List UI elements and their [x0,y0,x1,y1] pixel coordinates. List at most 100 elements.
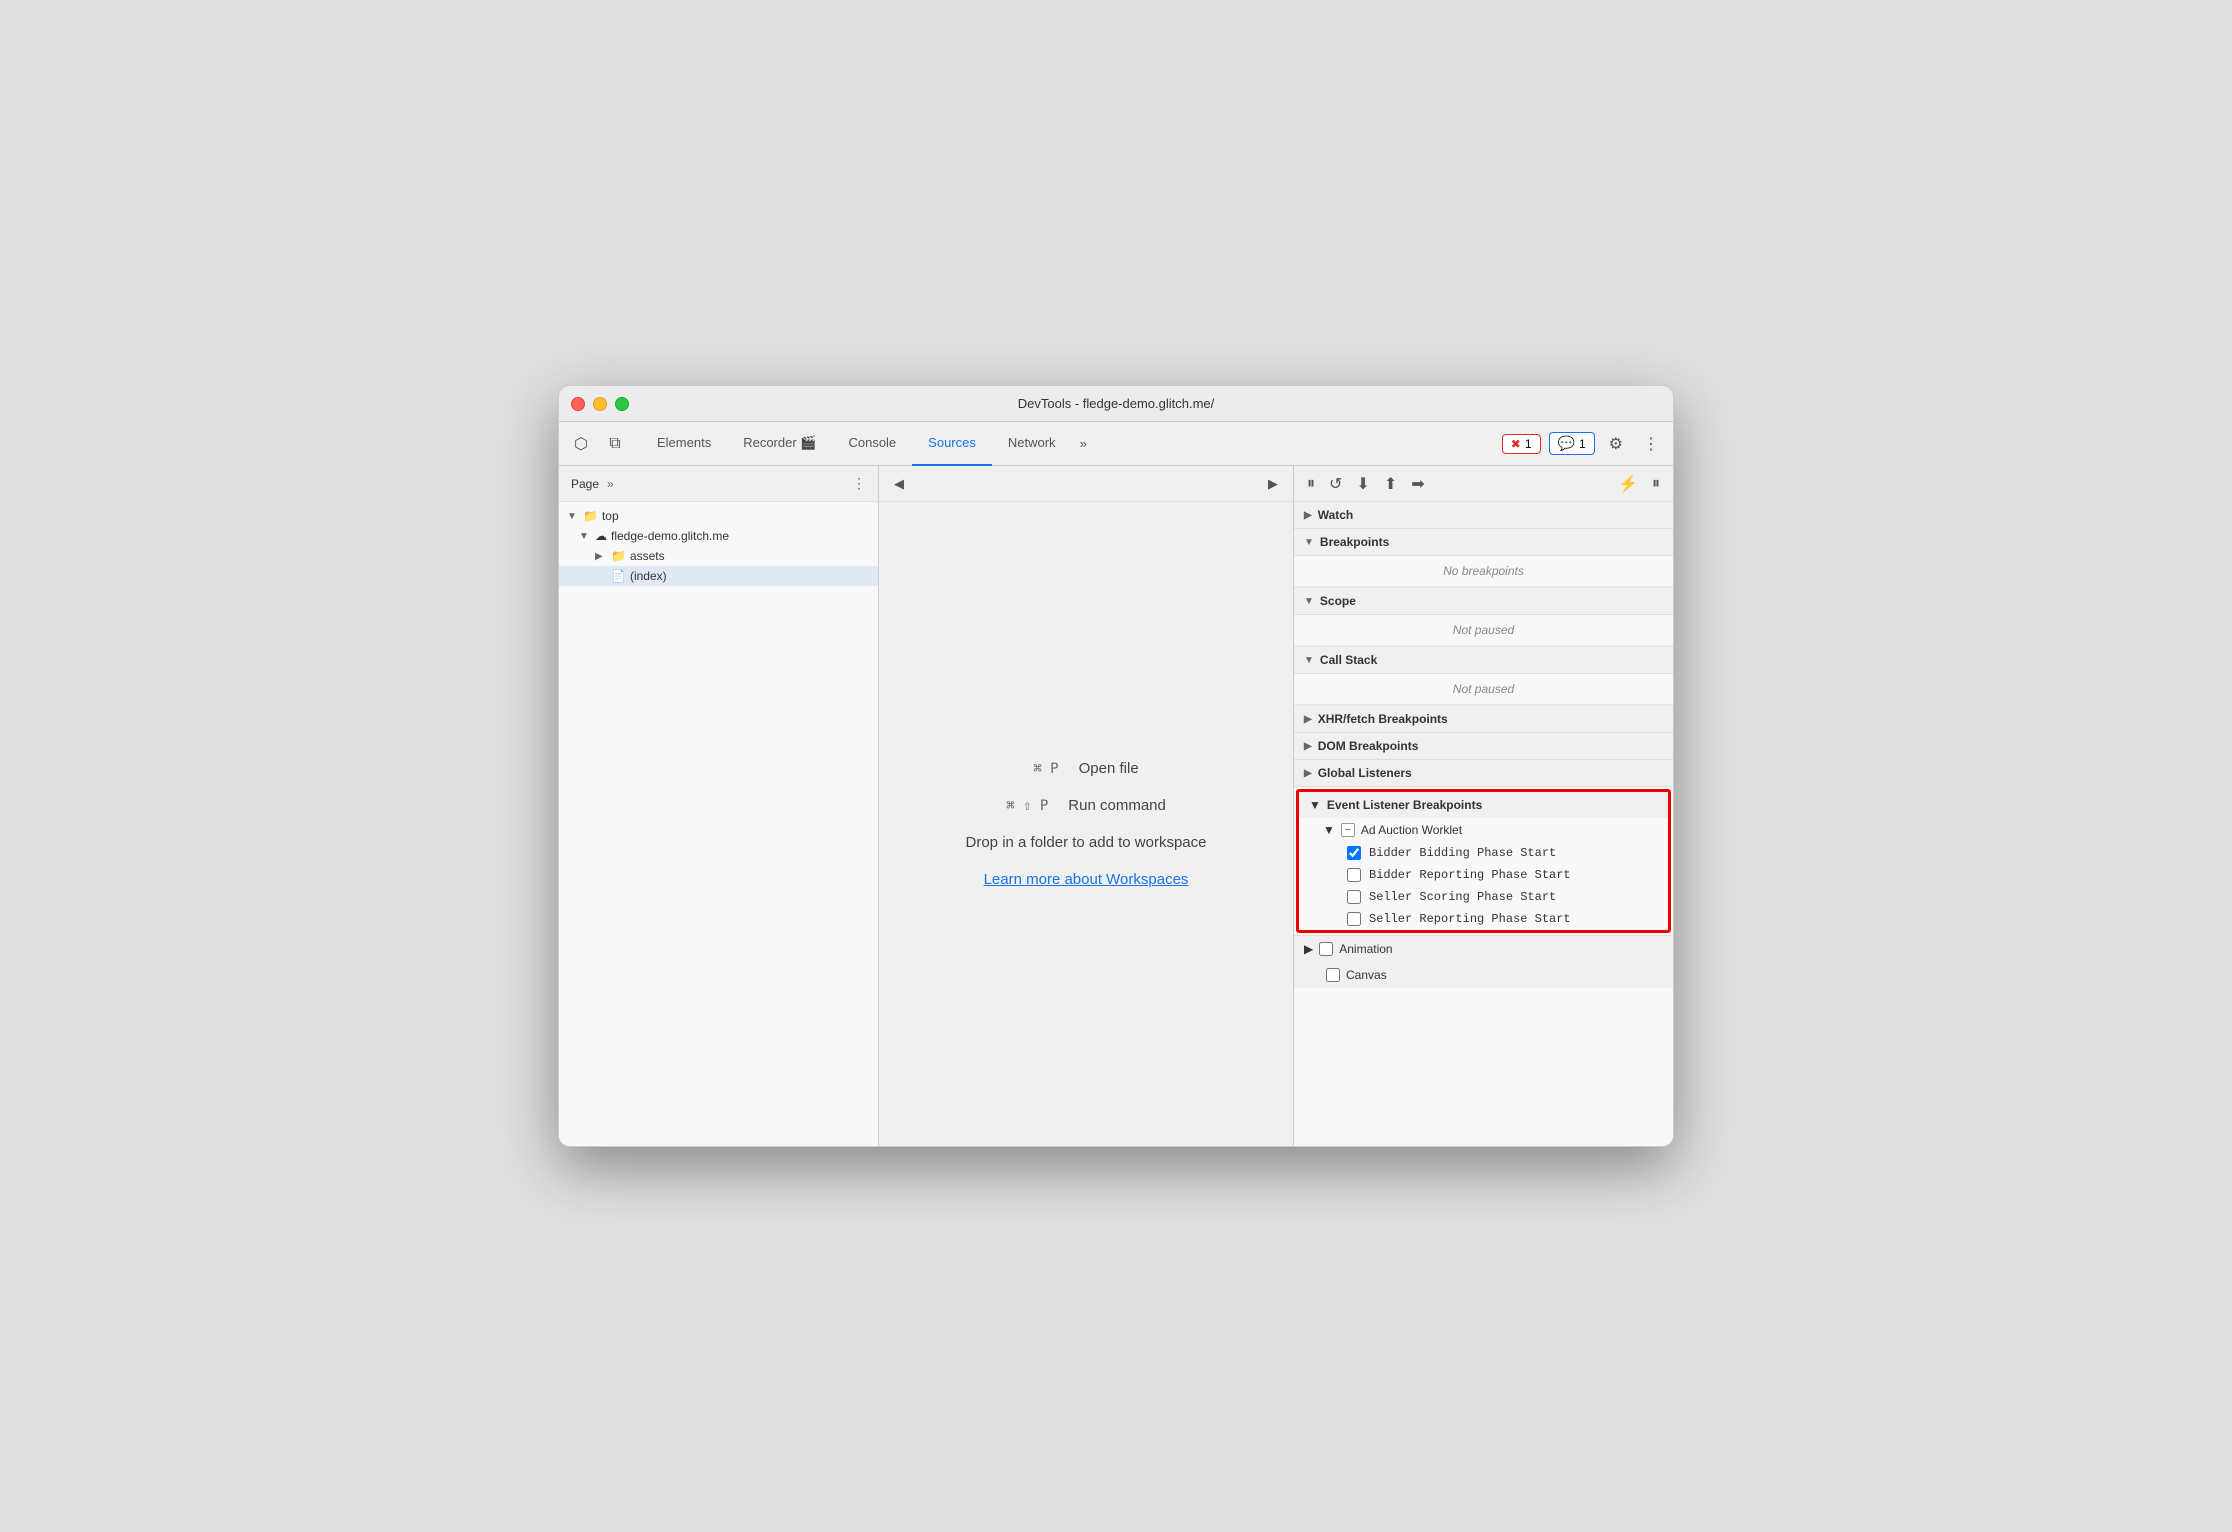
call-stack-label: Call Stack [1320,653,1377,667]
tab-console[interactable]: Console [832,422,912,466]
breakpoints-label: Breakpoints [1320,535,1389,549]
watch-label: Watch [1318,508,1354,522]
bidder-reporting-checkbox[interactable] [1347,868,1361,882]
panel-toolbar: Page » ⋮ [559,466,878,502]
close-button[interactable] [571,397,585,411]
scope-label: Scope [1320,594,1356,608]
watch-section-header[interactable]: ▶ Watch [1294,502,1673,529]
file-icon: 📄 [611,569,626,583]
toggle-sidebar-icon[interactable]: ◀ [887,472,911,496]
canvas-label: Canvas [1346,968,1387,982]
step-over-button[interactable]: ↺ [1324,471,1347,497]
dom-breakpoints-label: DOM Breakpoints [1318,739,1419,753]
ad-auction-label: Ad Auction Worklet [1361,823,1462,837]
info-icon: 💬 [1558,435,1575,452]
tree-item-top[interactable]: ▼ 📁 top [559,506,878,526]
bidder-reporting-label: Bidder Reporting Phase Start [1369,868,1571,882]
breakpoints-arrow-icon: ▼ [1304,537,1314,548]
traffic-lights [571,397,629,411]
arrow-icon: ▶ [595,551,607,562]
ad-auction-arrow-icon: ▼ [1323,823,1335,837]
canvas-section[interactable]: Canvas [1294,962,1673,988]
bidder-bidding-label: Bidder Bidding Phase Start [1369,846,1556,860]
breakpoints-section: ▼ Breakpoints No breakpoints [1294,529,1673,588]
step-into-button[interactable]: ⬇ [1351,471,1374,497]
ad-auction-minus-icon: − [1341,823,1355,837]
event-listener-label: Event Listener Breakpoints [1327,798,1482,812]
drop-text: Drop in a folder to add to workspace [966,834,1207,851]
arrow-icon: ▼ [579,531,591,542]
settings-button[interactable]: ⚙ [1603,430,1629,458]
tab-recorder[interactable]: Recorder 🎬 [727,422,832,466]
main-content: Page » ⋮ ▼ 📁 top ▼ ☁ fledge-demo.glitch.… [559,466,1673,1146]
tree-item-index[interactable]: 📄 (index) [559,566,878,586]
tree-item-assets[interactable]: ▶ 📁 assets [559,546,878,566]
watch-arrow-icon: ▶ [1304,510,1312,521]
info-count: 1 [1579,437,1586,451]
titlebar: DevTools - fledge-demo.glitch.me/ [559,386,1673,422]
stop-button[interactable]: ⏸ [1647,472,1665,496]
cursor-icon[interactable]: ⬡ [567,430,595,458]
run-snippet-icon[interactable]: ▶ [1261,472,1285,496]
shortcut-run-command: ⌘ ⇧ P Run command [1006,797,1166,814]
seller-reporting-label: Seller Reporting Phase Start [1369,912,1571,926]
error-badge[interactable]: ✖ 1 [1502,434,1541,454]
shortcut-label-open: Open file [1079,760,1139,777]
global-listeners-header[interactable]: ▶ Global Listeners [1294,760,1673,787]
cloud-icon: ☁ [595,529,607,543]
scope-body: Not paused [1294,615,1673,646]
animation-label: Animation [1339,942,1392,956]
call-stack-body: Not paused [1294,674,1673,705]
middle-panel: ◀ ▶ ⌘ P Open file ⌘ ⇧ P Run command Drop… [879,466,1293,1146]
call-stack-arrow-icon: ▼ [1304,655,1314,666]
bidder-bidding-checkbox[interactable] [1347,846,1361,860]
scope-header[interactable]: ▼ Scope [1294,588,1673,615]
scope-section: ▼ Scope Not paused [1294,588,1673,647]
middle-content: ⌘ P Open file ⌘ ⇧ P Run command Drop in … [879,502,1293,1146]
tree-item-domain[interactable]: ▼ ☁ fledge-demo.glitch.me [559,526,878,546]
folder-icon: 📁 [611,549,626,563]
seller-reporting-item: Seller Reporting Phase Start [1299,908,1668,930]
tree-label: (index) [630,569,667,583]
minimize-button[interactable] [593,397,607,411]
workspace-link[interactable]: Learn more about Workspaces [984,871,1189,888]
breakpoints-header[interactable]: ▼ Breakpoints [1294,529,1673,556]
seller-scoring-item: Seller Scoring Phase Start [1299,886,1668,908]
seller-reporting-checkbox[interactable] [1347,912,1361,926]
panel-menu-button[interactable]: ⋮ [848,473,870,494]
fullscreen-button[interactable] [615,397,629,411]
xhr-fetch-label: XHR/fetch Breakpoints [1318,712,1448,726]
devtools-window: DevTools - fledge-demo.glitch.me/ ⬡ ⧉ El… [558,385,1674,1147]
seller-scoring-checkbox[interactable] [1347,890,1361,904]
dom-breakpoints-header[interactable]: ▶ DOM Breakpoints [1294,733,1673,760]
tab-sources[interactable]: Sources [912,422,992,466]
device-toolbar-icon[interactable]: ⧉ [601,430,629,458]
tree-label: top [602,509,619,523]
xhr-fetch-header[interactable]: ▶ XHR/fetch Breakpoints [1294,706,1673,733]
pause-button[interactable]: ⏸ [1302,472,1320,496]
panel-tab-more[interactable]: » [607,477,614,491]
event-listener-header[interactable]: ▼ Event Listener Breakpoints [1299,792,1668,818]
window-title: DevTools - fledge-demo.glitch.me/ [1018,396,1215,411]
canvas-checkbox[interactable] [1326,968,1340,982]
folder-icon: 📁 [583,509,598,523]
page-tab[interactable]: Page [567,475,603,493]
tab-network[interactable]: Network [992,422,1072,466]
shortcut-open-file: ⌘ P Open file [1033,760,1138,777]
deactivate-breakpoints-button[interactable]: ⚡ [1613,471,1643,497]
customize-button[interactable]: ⋮ [1637,430,1665,458]
tree-label: assets [630,549,665,563]
ad-auction-subheader[interactable]: ▼ − Ad Auction Worklet [1299,818,1668,842]
more-tabs-button[interactable]: » [1072,436,1095,451]
step-out-button[interactable]: ⬆ [1379,471,1402,497]
bidder-reporting-item: Bidder Reporting Phase Start [1299,864,1668,886]
shortcut-key-open: ⌘ P [1033,761,1058,777]
animation-checkbox[interactable] [1319,942,1333,956]
call-stack-header[interactable]: ▼ Call Stack [1294,647,1673,674]
step-button[interactable]: ➡ [1406,471,1429,497]
left-panel: Page » ⋮ ▼ 📁 top ▼ ☁ fledge-demo.glitch.… [559,466,879,1146]
tab-elements[interactable]: Elements [641,422,727,466]
info-badge[interactable]: 💬 1 [1549,432,1595,455]
animation-section[interactable]: ▶ Animation [1294,935,1673,962]
tabbar-icons: ⬡ ⧉ [567,430,629,458]
